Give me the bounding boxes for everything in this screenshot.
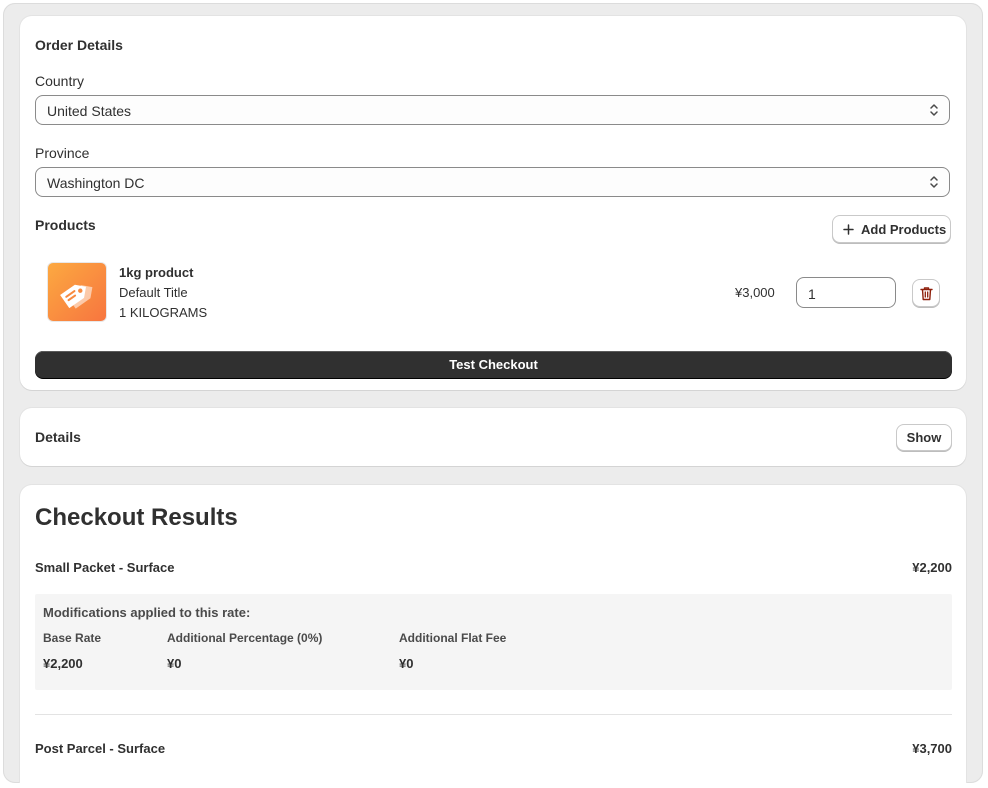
modification-value: ¥2,200 <box>43 656 83 671</box>
products-label: Products <box>35 217 96 233</box>
country-select-value: United States <box>47 103 132 119</box>
product-weight: 1 KILOGRAMS <box>119 305 208 320</box>
modification-value: ¥0 <box>399 656 414 671</box>
province-select[interactable]: Washington DC <box>35 167 950 197</box>
country-select[interactable]: United States <box>35 95 950 125</box>
product-thumbnail <box>47 262 107 322</box>
add-products-label: Add Products <box>861 222 947 237</box>
order-details-title: Order Details <box>35 37 123 53</box>
select-chevron-icon <box>930 104 938 116</box>
province-select-value: Washington DC <box>47 175 145 191</box>
quantity-value: 1 <box>808 286 816 302</box>
product-name: 1kg product <box>119 265 194 280</box>
modification-label: Additional Flat Fee <box>399 631 507 645</box>
checkout-results-title: Checkout Results <box>35 504 238 531</box>
delete-product-button[interactable] <box>912 279 940 307</box>
order-details-card: Order Details Country United States Prov… <box>20 16 966 390</box>
modification-value: ¥0 <box>167 656 182 671</box>
rate-divider <box>35 714 952 715</box>
modification-label: Additional Percentage (0%) <box>167 631 323 645</box>
province-label: Province <box>35 145 90 161</box>
product-price: ¥3,000 <box>735 285 775 300</box>
rate-name: Small Packet - Surface <box>35 560 175 575</box>
quantity-input[interactable]: 1 <box>796 277 896 308</box>
trash-icon <box>920 287 933 301</box>
rate-modifications-panel: Modifications applied to this rate: Base… <box>35 594 952 690</box>
rate-price: ¥3,700 <box>912 741 952 756</box>
country-label: Country <box>35 73 85 89</box>
details-title: Details <box>35 429 81 445</box>
checkout-results-card: Checkout Results Small Packet - Surface … <box>20 485 966 783</box>
rate-name: Post Parcel - Surface <box>35 741 166 756</box>
plus-icon <box>843 224 854 235</box>
product-variant: Default Title <box>119 285 188 300</box>
add-products-button[interactable]: Add Products <box>832 215 951 243</box>
select-chevron-icon <box>930 176 938 188</box>
rate-price: ¥2,200 <box>912 560 952 575</box>
modification-label: Base Rate <box>43 631 102 645</box>
show-details-button[interactable]: Show <box>896 424 952 451</box>
modifications-title: Modifications applied to this rate: <box>43 605 251 620</box>
test-checkout-button[interactable]: Test Checkout <box>35 351 952 378</box>
details-card: Details Show <box>20 408 966 466</box>
price-tag-icon <box>60 284 93 309</box>
app-frame: Order Details Country United States Prov… <box>3 3 983 783</box>
